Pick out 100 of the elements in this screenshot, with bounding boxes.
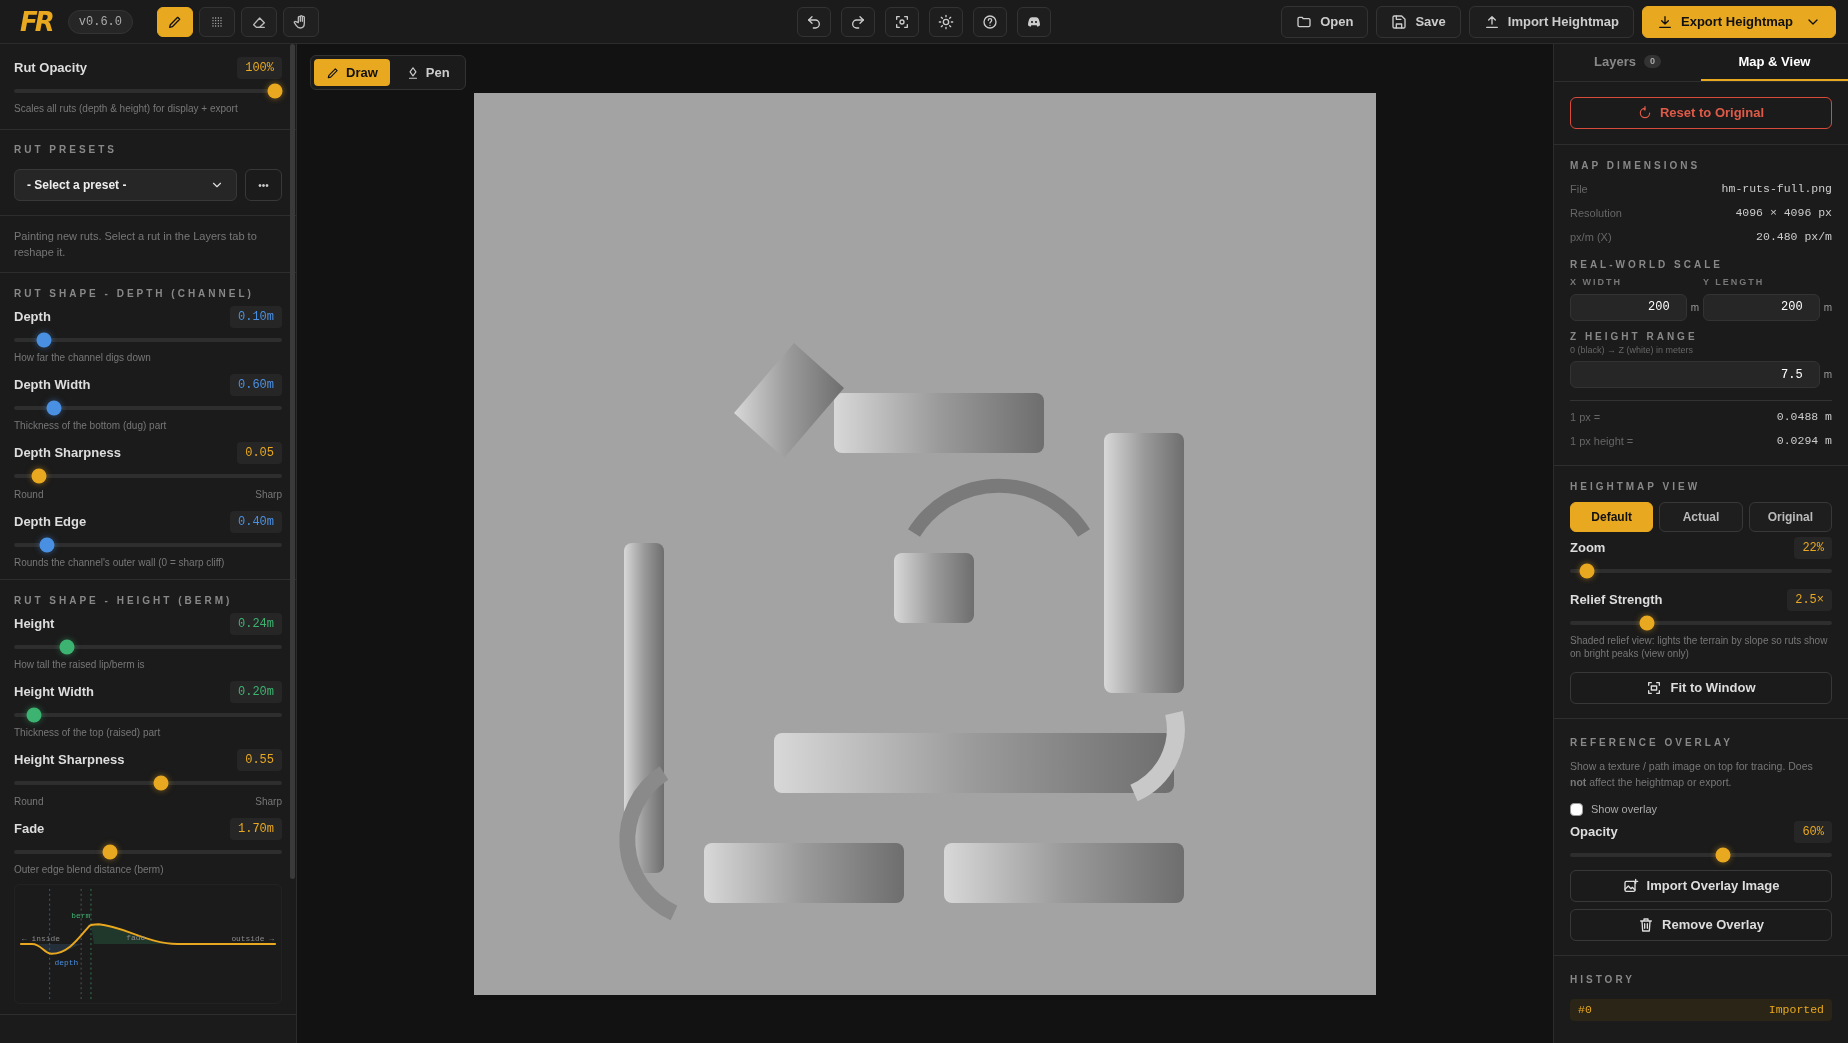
info-value: 20.480 px/m [1756, 229, 1832, 246]
toolbar-button[interactable] [929, 6, 963, 37]
tool-button[interactable] [283, 6, 319, 37]
unit-label: m [1823, 300, 1832, 315]
image-add-icon [1622, 878, 1639, 894]
value-readout: 0.24m [230, 613, 282, 635]
mode-button[interactable]: Draw [314, 59, 390, 86]
value-readout: 0.60m [230, 374, 282, 396]
info-value: 4096 × 4096 px [1735, 205, 1832, 222]
slider-label: Depth [14, 308, 51, 327]
view-mode-button[interactable]: Default [1570, 502, 1654, 532]
value-readout: 0.05 [237, 442, 282, 464]
slider-label: Rut Opacity [14, 59, 87, 78]
slider-label: Relief Strength [1570, 591, 1663, 610]
more-button[interactable]: ••• [245, 169, 282, 201]
section-heading: REFERENCE OVERLAY [1570, 736, 1734, 750]
number-field[interactable]: 200 [1570, 293, 1687, 321]
tool-button[interactable] [241, 6, 277, 37]
toolbar-button[interactable] [841, 6, 875, 37]
slider-thumb[interactable] [31, 468, 47, 484]
version-badge: v0.6.0 [67, 9, 133, 34]
slider-label: Depth Width [14, 376, 91, 395]
view-mode-button[interactable]: Original [1748, 502, 1832, 532]
hint-text: Thickness of the bottom (dug) part [14, 419, 168, 432]
toolbar-button[interactable]: Open [1281, 5, 1369, 38]
panel-tab[interactable]: Map & View [1701, 44, 1848, 81]
remove-overlay-button[interactable]: Remove Overlay [1570, 909, 1832, 941]
preset-select[interactable]: - Select a preset - [14, 169, 237, 201]
toolbar-button[interactable]: Export Heightmap [1642, 5, 1836, 38]
toolbar-button[interactable]: Import Heightmap [1468, 5, 1635, 38]
import-overlay-button[interactable]: Import Overlay Image [1570, 870, 1832, 902]
section-heading: MAP DIMENSIONS [1570, 159, 1702, 173]
field-label: Y LENGTH [1703, 276, 1766, 289]
section-heading: HEIGHTMAP VIEW [1570, 480, 1702, 494]
checkbox-label: Show overlay [1591, 801, 1658, 817]
slider-thumb[interactable] [59, 639, 75, 655]
hint-text: How tall the raised lip/berm is [14, 658, 146, 671]
info-value: 0.0294 m [1776, 433, 1832, 450]
unit-label: m [1690, 300, 1699, 315]
hint-text: Thickness of the top (raised) part [14, 726, 162, 739]
info-value: 0.0488 m [1776, 409, 1832, 426]
info-label: 1 px = [1570, 409, 1601, 425]
upload-icon [1483, 13, 1500, 30]
value-readout: 1.70m [230, 818, 282, 840]
view-mode-button[interactable]: Actual [1659, 502, 1743, 532]
number-field[interactable]: 7.5 [1570, 361, 1820, 388]
show-overlay-checkbox[interactable] [1570, 802, 1583, 816]
tool-button[interactable] [157, 6, 193, 37]
number-field[interactable]: 200 [1703, 293, 1820, 321]
value-readout: 0.10m [230, 306, 282, 328]
slider-thumb[interactable] [102, 844, 118, 860]
toolbar-button[interactable] [885, 6, 919, 37]
info-label: 1 px height = [1570, 433, 1634, 449]
berm-label: berm [71, 911, 91, 921]
hint-text: Outer edge blend distance (berm) [14, 863, 165, 876]
value-readout: 0.20m [230, 681, 282, 703]
slider-label: Fade [14, 820, 45, 839]
scrollbar-thumb[interactable] [290, 44, 295, 879]
slider-thumb[interactable] [1639, 615, 1655, 631]
focus-frame-icon [894, 13, 910, 30]
range-label: Sharp [255, 795, 282, 808]
slider-thumb[interactable] [267, 83, 282, 99]
depth-label: depth [54, 957, 79, 967]
slider-thumb[interactable] [46, 400, 62, 416]
reset-button[interactable]: Reset to Original [1570, 97, 1832, 129]
range-label: Round [14, 488, 44, 501]
value-readout: 2.5× [1787, 589, 1832, 611]
toolbar-button[interactable] [973, 6, 1007, 37]
toolbar-button[interactable] [797, 6, 831, 37]
hint-text: Scales all ruts (depth & height) for display + export [14, 102, 239, 115]
info-label: px/m (X) [1570, 229, 1612, 245]
undo-icon [806, 13, 822, 30]
toolbar-button[interactable] [1017, 6, 1051, 37]
toolbar-button[interactable]: Save [1376, 5, 1461, 38]
slider-thumb[interactable] [36, 332, 52, 348]
slider-thumb[interactable] [1579, 563, 1595, 579]
help-icon [982, 13, 998, 30]
slider-thumb[interactable] [26, 707, 42, 723]
overlay-description: Show a texture / path image on top for tracing. Does not affect the heightmap or export. [1570, 759, 1814, 790]
panel-tab[interactable]: Layers 0 [1554, 44, 1701, 81]
value-readout: 60% [1794, 821, 1832, 843]
value-readout: 100% [237, 57, 282, 79]
range-label: Round [14, 795, 44, 808]
slider-thumb[interactable] [39, 537, 55, 553]
value-readout: 0.55 [237, 749, 282, 771]
section-heading: REAL-WORLD SCALE [1570, 258, 1724, 272]
slider-thumb[interactable] [1715, 847, 1731, 863]
axis-label: ← inside [22, 934, 60, 944]
pencil-icon [326, 65, 340, 80]
unit-label: m [1823, 368, 1832, 382]
app-logo: FR [20, 8, 52, 35]
slider-thumb[interactable] [153, 775, 169, 791]
history-entry[interactable]: #0 Imported [1570, 999, 1832, 1021]
fit-window-button[interactable]: Fit to Window [1570, 672, 1832, 704]
slider-label: Opacity [1570, 823, 1618, 842]
info-label: Resolution [1570, 205, 1622, 221]
mode-button[interactable]: Pen [393, 59, 462, 86]
info-value: hm-ruts-full.png [1721, 181, 1832, 198]
slider-label: Height Sharpness [14, 751, 125, 770]
redo-icon [850, 13, 866, 30]
